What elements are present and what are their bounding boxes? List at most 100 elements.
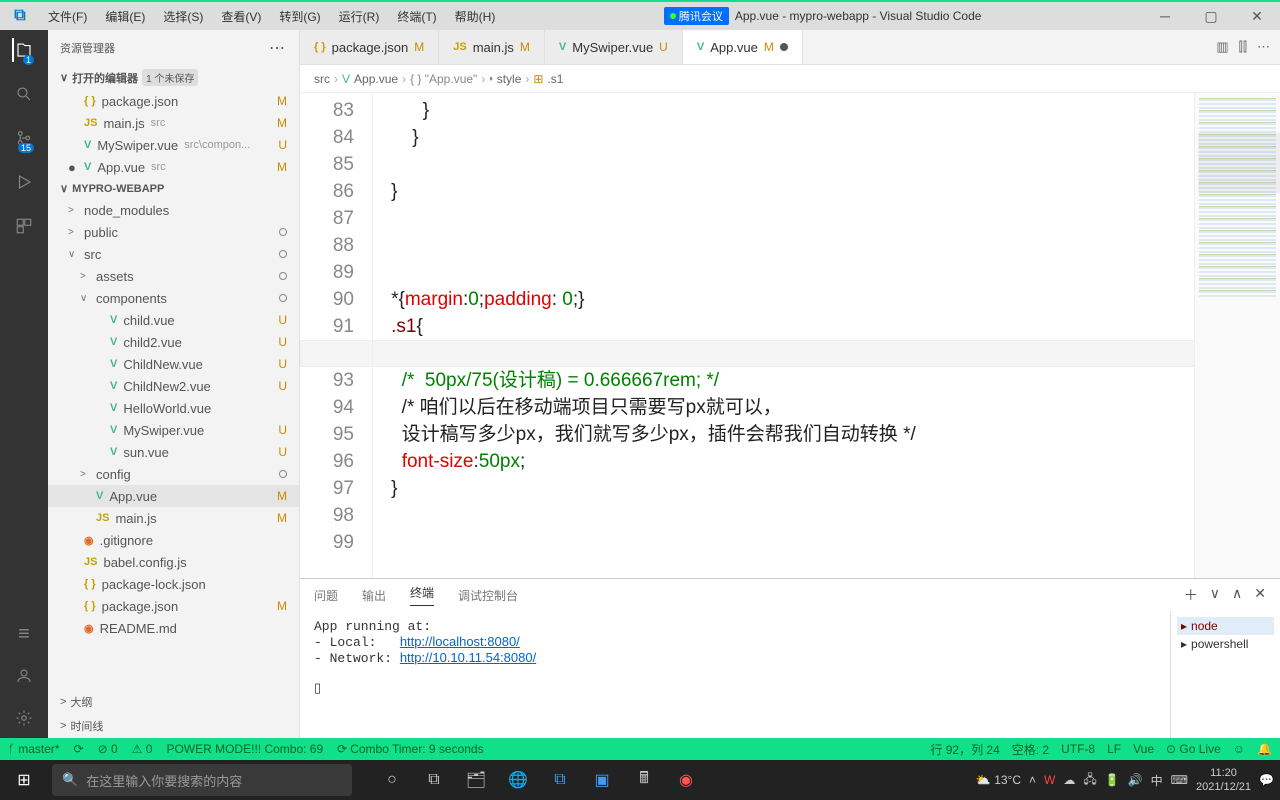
menu-go[interactable]: 转到(G): [271, 4, 328, 29]
tree-item[interactable]: >config: [48, 463, 299, 485]
tray-weather[interactable]: ⛅ 13°C: [976, 773, 1021, 787]
tray-ime[interactable]: 中: [1151, 772, 1163, 789]
taskbar-app2-icon[interactable]: ◉: [676, 770, 696, 790]
open-editor-item[interactable]: { }package.jsonM: [48, 90, 299, 112]
open-editors-section[interactable]: ∨打开的编辑器 1 个未保存: [48, 65, 299, 90]
taskbar-calc-icon[interactable]: 🖩: [634, 770, 654, 790]
status-spaces[interactable]: 空格: 2: [1012, 741, 1049, 758]
tree-item[interactable]: >node_modules: [48, 199, 299, 221]
tray-w-icon[interactable]: W: [1044, 773, 1055, 787]
breadcrumb[interactable]: src› VApp.vue› { } "App.vue"› ⬪style› ⊞.…: [300, 65, 1280, 93]
status-errors[interactable]: ⊘ 0: [98, 742, 118, 756]
panel-tab-output[interactable]: 输出: [362, 587, 386, 604]
taskbar-app1-icon[interactable]: ▣: [592, 770, 612, 790]
menu-edit[interactable]: 编辑(E): [97, 4, 153, 29]
terminal-shell-powershell[interactable]: ▸powershell: [1177, 635, 1274, 653]
tray-cloud-icon[interactable]: ☁: [1063, 773, 1075, 787]
status-eol[interactable]: LF: [1107, 742, 1121, 756]
terminal[interactable]: App running at: - Local: http://localhos…: [300, 611, 1170, 738]
status-encoding[interactable]: UTF-8: [1061, 742, 1095, 756]
open-editor-item[interactable]: ●VApp.vuesrcM: [48, 156, 299, 178]
tree-item[interactable]: ∨components: [48, 287, 299, 309]
editor-tab[interactable]: VMySwiper.vueU: [545, 30, 683, 64]
editor-tab[interactable]: VApp.vueM: [683, 30, 803, 64]
debug-icon[interactable]: [12, 170, 36, 194]
close-button[interactable]: ✕: [1234, 1, 1280, 31]
tree-item[interactable]: VHelloWorld.vue: [48, 397, 299, 419]
minimap[interactable]: [1194, 93, 1280, 578]
tray-up-icon[interactable]: ˄: [1029, 773, 1036, 787]
status-powermode[interactable]: POWER MODE!!! Combo: 69: [166, 742, 323, 756]
taskbar-taskview-icon[interactable]: ⧉: [424, 770, 444, 790]
tray-volume-icon[interactable]: 🔊: [1128, 773, 1143, 787]
status-sync[interactable]: ⟳: [74, 742, 84, 756]
taskbar-explorer-icon[interactable]: 🗂: [466, 770, 486, 790]
taskbar-cortana-icon[interactable]: ○: [382, 770, 402, 790]
tray-clock[interactable]: 11:20 2021/12/21: [1196, 766, 1251, 794]
status-warnings[interactable]: ⚠ 0: [132, 742, 153, 756]
tree-item[interactable]: VApp.vueM: [48, 485, 299, 507]
settings-icon[interactable]: [12, 706, 36, 730]
editor-tab[interactable]: { }package.jsonM: [300, 30, 439, 64]
tree-item[interactable]: { }package.jsonM: [48, 595, 299, 617]
status-branch[interactable]: ᚶ master*: [8, 742, 60, 756]
tray-battery-icon[interactable]: 🔋: [1105, 773, 1120, 787]
project-section[interactable]: ∨MYPRO-WEBAPP: [48, 178, 299, 199]
menu-run[interactable]: 运行(R): [331, 4, 388, 29]
panel-tab-terminal[interactable]: 终端: [410, 584, 434, 606]
panel-add-icon[interactable]: ＋: [1184, 585, 1198, 605]
tree-item[interactable]: >assets: [48, 265, 299, 287]
compare-icon[interactable]: ⫿⫿: [1239, 39, 1247, 55]
panel-close-icon[interactable]: ✕: [1254, 585, 1266, 605]
tray-wifi-icon[interactable]: 🖧: [1083, 770, 1096, 791]
menu-view[interactable]: 查看(V): [213, 4, 269, 29]
split-editor-icon[interactable]: ▥: [1216, 39, 1228, 55]
editor-tab[interactable]: JSmain.jsM: [439, 30, 545, 64]
explorer-icon[interactable]: 1: [12, 38, 36, 62]
tree-item[interactable]: >public: [48, 221, 299, 243]
timeline-section[interactable]: >时间线: [48, 714, 299, 738]
taskbar-search[interactable]: 🔍 在这里输入你要搜索的内容: [52, 764, 352, 796]
maximize-button[interactable]: ▢: [1188, 1, 1234, 31]
tray-keyboard-icon[interactable]: ⌨: [1171, 773, 1188, 787]
taskbar-chrome-icon[interactable]: 🌐: [508, 770, 528, 790]
status-ln[interactable]: 行 92，列 24: [930, 741, 999, 758]
taskbar-vscode-icon[interactable]: ⧉: [550, 770, 570, 790]
sidebar-more-icon[interactable]: ⋯: [269, 38, 287, 58]
open-editor-item[interactable]: VMySwiper.vuesrc\compon...U: [48, 134, 299, 156]
extensions-icon[interactable]: [12, 214, 36, 238]
minimize-button[interactable]: ─: [1142, 1, 1188, 31]
start-button[interactable]: ⊞: [0, 770, 48, 790]
status-golive[interactable]: ⊙ Go Live: [1166, 742, 1221, 756]
tree-item[interactable]: VChildNew2.vueU: [48, 375, 299, 397]
tree-item[interactable]: ◉.gitignore: [48, 529, 299, 551]
tab-more-icon[interactable]: ⋯: [1257, 39, 1270, 55]
tree-item[interactable]: VChildNew.vueU: [48, 353, 299, 375]
panel-tab-problems[interactable]: 问题: [314, 587, 338, 604]
menu-select[interactable]: 选择(S): [155, 4, 211, 29]
tree-item[interactable]: JSbabel.config.js: [48, 551, 299, 573]
tray-notifications-icon[interactable]: 💬: [1259, 773, 1274, 787]
tree-item[interactable]: Vsun.vueU: [48, 441, 299, 463]
tree-item[interactable]: Vchild2.vueU: [48, 331, 299, 353]
status-lang[interactable]: Vue: [1133, 742, 1154, 756]
menu-terminal[interactable]: 终端(T): [389, 4, 444, 29]
code-editor[interactable]: 8384858687888990919293949596979899 } } }…: [300, 93, 1280, 578]
account-icon[interactable]: [12, 664, 36, 688]
terminal-shell-node[interactable]: ▸node: [1177, 617, 1274, 635]
status-feedback-icon[interactable]: ☺: [1233, 742, 1245, 756]
status-bell-icon[interactable]: 🔔: [1257, 742, 1272, 756]
panel-split-icon[interactable]: ∨: [1210, 585, 1220, 605]
status-combo[interactable]: ⟳ Combo Timer: 9 seconds: [337, 742, 483, 756]
tree-item[interactable]: ◉README.md: [48, 617, 299, 639]
outline-section[interactable]: >大纲: [48, 690, 299, 714]
panel-tab-debug[interactable]: 调试控制台: [458, 587, 518, 604]
list-icon[interactable]: ≡: [12, 622, 36, 646]
tree-item[interactable]: ∨src: [48, 243, 299, 265]
tree-item[interactable]: JSmain.jsM: [48, 507, 299, 529]
search-icon[interactable]: [12, 82, 36, 106]
tree-item[interactable]: { }package-lock.json: [48, 573, 299, 595]
tree-item[interactable]: Vchild.vueU: [48, 309, 299, 331]
meeting-badge[interactable]: 腾讯会议: [664, 7, 729, 25]
menu-help[interactable]: 帮助(H): [447, 4, 504, 29]
